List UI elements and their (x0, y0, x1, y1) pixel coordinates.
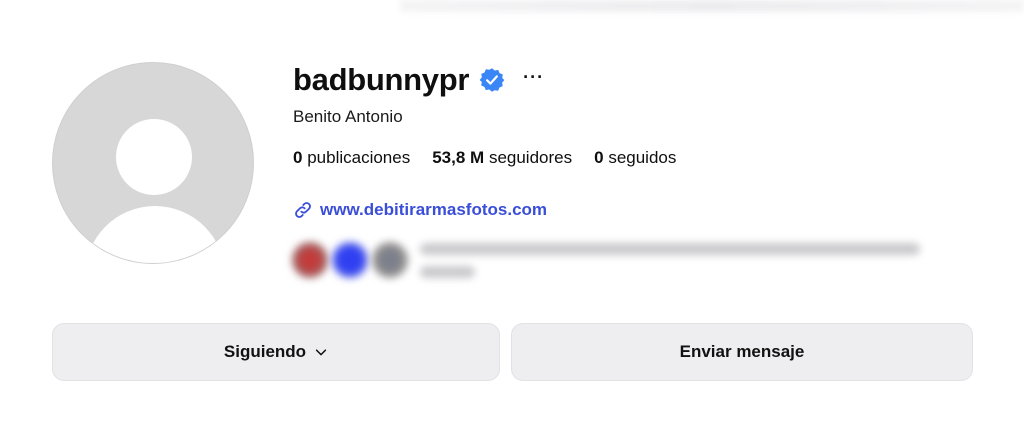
following-stat[interactable]: 0 seguidos (594, 148, 676, 168)
avatar-placeholder-body (85, 206, 225, 263)
posts-count: 0 (293, 148, 303, 167)
posts-stat: 0 publicaciones (293, 148, 410, 168)
more-options-icon[interactable]: ··· (523, 67, 544, 88)
mutual-followers-preview[interactable] (290, 238, 930, 284)
send-message-label: Enviar mensaje (679, 342, 805, 361)
followers-count: 53,8 M (432, 148, 485, 167)
mutual-follower-avatar (372, 242, 408, 278)
following-count: 0 (594, 148, 604, 167)
mutual-follower-avatar (292, 242, 328, 278)
link-text: www.debitirarmasfotos.com (320, 200, 548, 219)
full-name: Benito Antonio (293, 107, 403, 126)
following-button[interactable]: Siguiendo (52, 323, 500, 381)
username-row: badbunnypr ··· (293, 60, 544, 100)
following-button-label: Siguiendo (223, 342, 307, 361)
profile-link[interactable]: www.debitirarmasfotos.com (293, 200, 547, 220)
chevron-down-icon (315, 349, 327, 356)
profile-stats: 0 publicaciones 53,8 M seguidores 0 segu… (293, 148, 676, 168)
mutual-followers-text-blurred (420, 243, 920, 255)
following-label: seguidos (608, 148, 677, 167)
mutual-followers-text-blurred (420, 266, 475, 278)
verified-badge-icon (479, 68, 505, 92)
avatar[interactable] (52, 62, 254, 264)
followers-label: seguidores (488, 148, 573, 167)
posts-label: publicaciones (307, 148, 411, 167)
avatar-placeholder-head (116, 119, 192, 195)
blurred-top-bar (400, 0, 1024, 12)
send-message-button[interactable]: Enviar mensaje (511, 323, 973, 381)
followers-stat[interactable]: 53,8 M seguidores (432, 148, 572, 168)
username: badbunnypr (293, 62, 470, 97)
mutual-follower-avatar (332, 242, 368, 278)
link-icon (295, 202, 311, 218)
